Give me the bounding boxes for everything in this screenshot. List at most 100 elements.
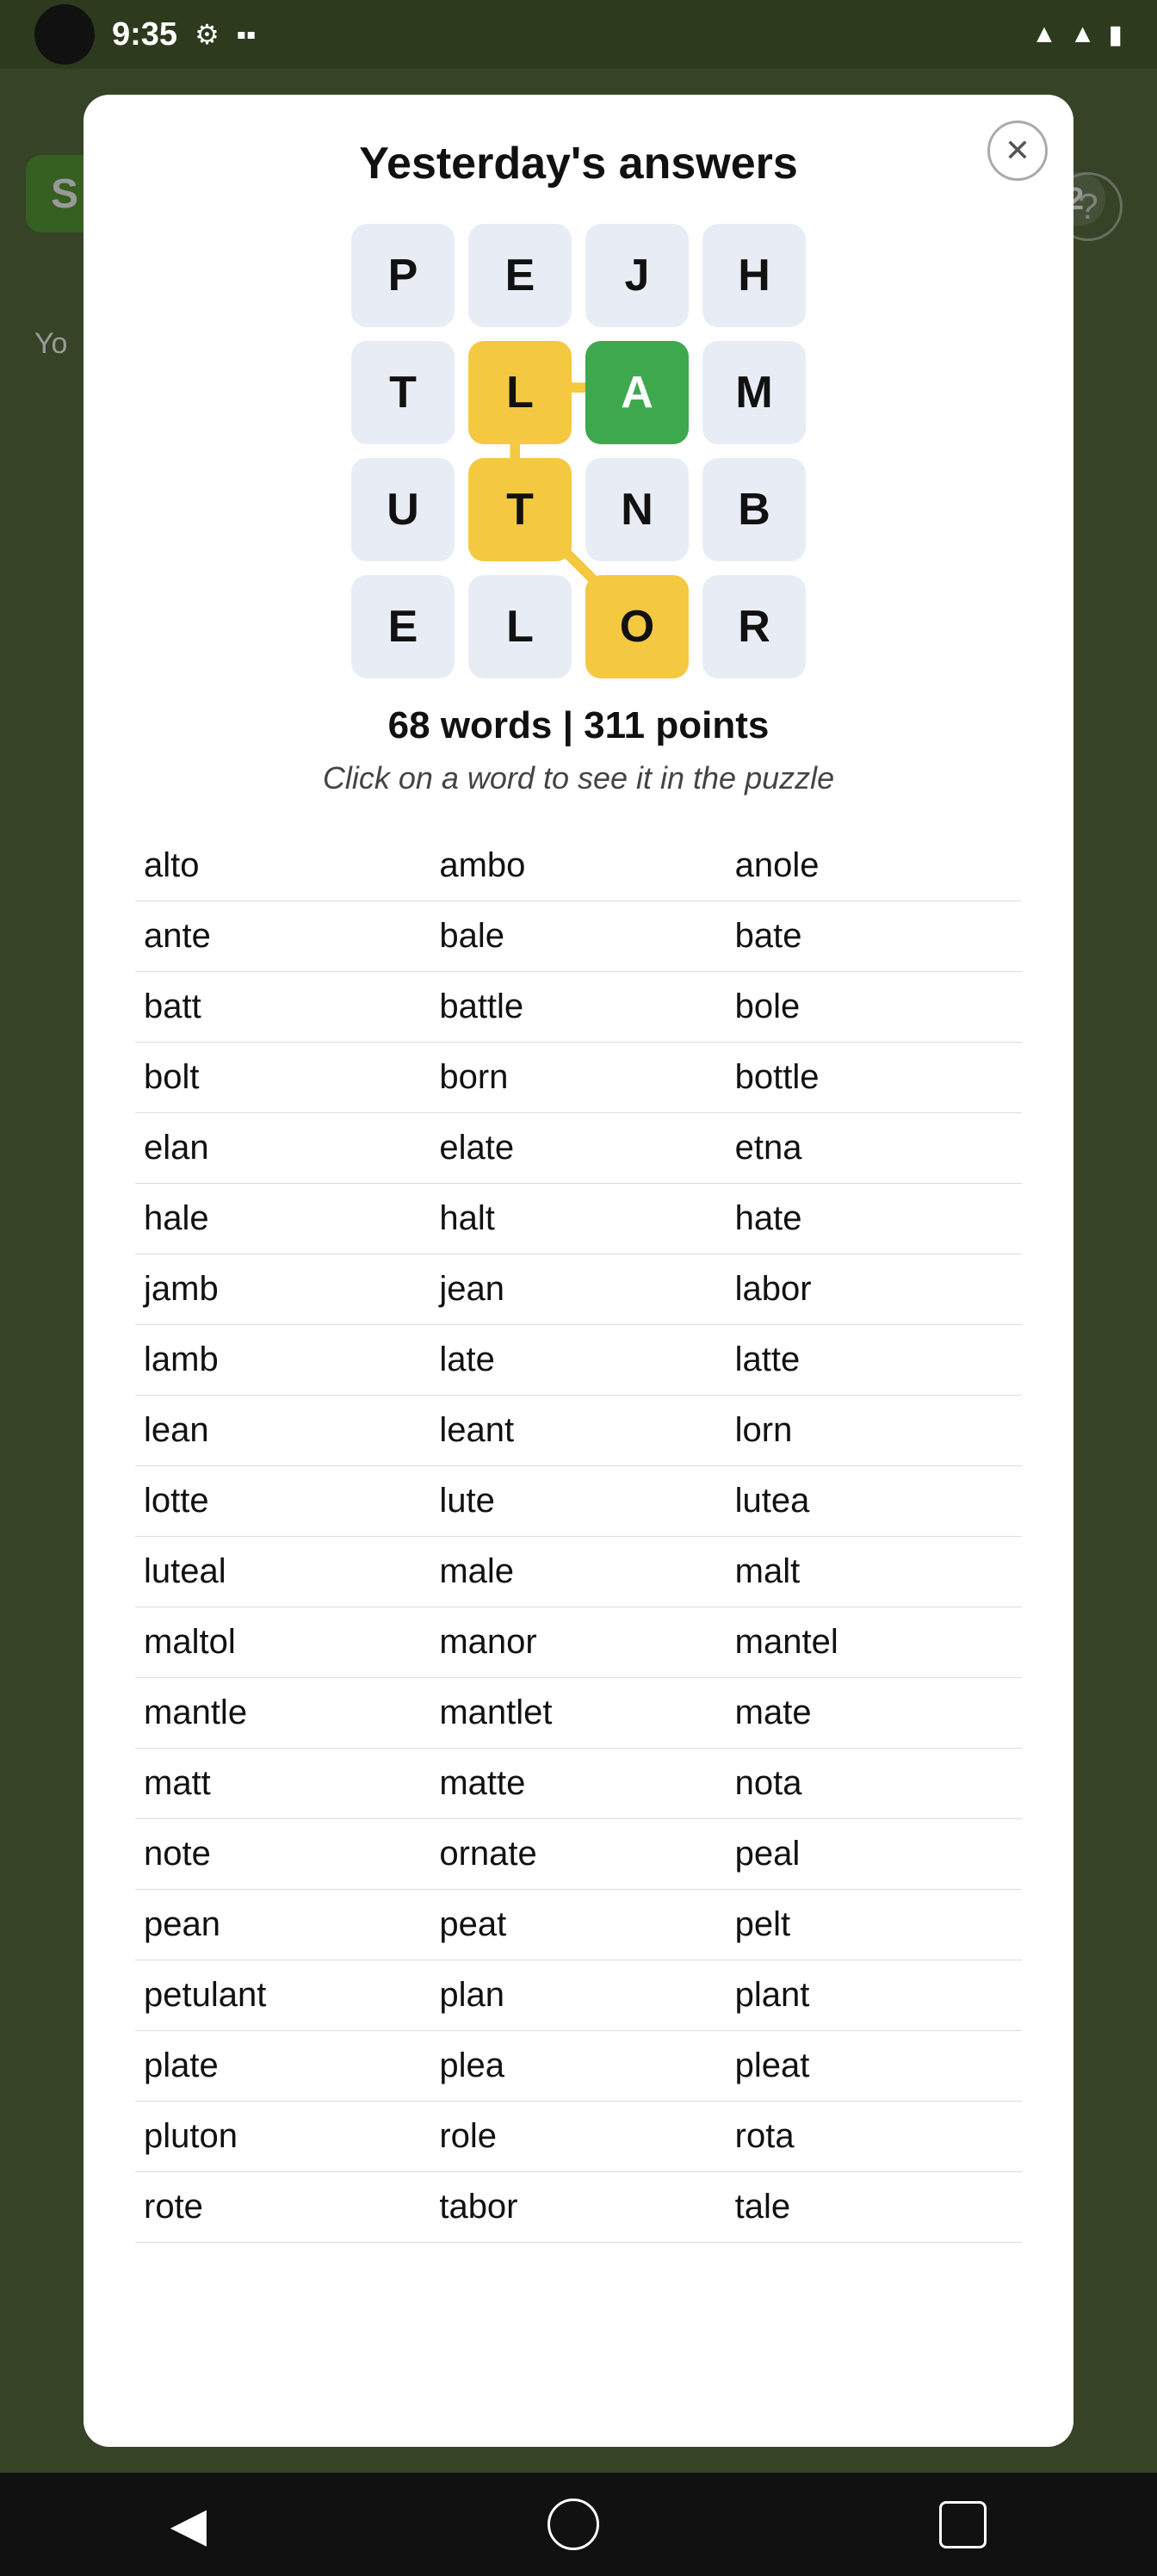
letter-cell-O[interactable]: O [585,575,689,678]
signal-icon: ▲ [1070,20,1096,49]
word-item[interactable]: lute [430,1466,726,1537]
word-item[interactable]: bole [727,972,1022,1043]
letter-cell-B[interactable]: B [702,458,806,561]
home-button[interactable] [548,2499,599,2550]
back-button[interactable]: ◀ [170,2497,207,2552]
word-item[interactable]: hale [135,1184,430,1254]
modal-title: Yesterday's answers [135,138,1022,189]
word-item[interactable]: tale [727,2172,1022,2243]
camera-icon [34,4,95,65]
word-item[interactable]: rota [727,2102,1022,2172]
word-item[interactable]: leant [430,1396,726,1466]
word-item[interactable]: bate [727,901,1022,972]
word-item[interactable]: lutea [727,1466,1022,1537]
letter-cell-P[interactable]: P [351,224,455,327]
word-item[interactable]: pluton [135,2102,430,2172]
word-item[interactable]: matt [135,1749,430,1819]
word-item[interactable]: ambo [430,831,726,901]
word-item[interactable]: lotte [135,1466,430,1537]
word-item[interactable]: lamb [135,1325,430,1396]
word-item[interactable]: peal [727,1819,1022,1890]
word-item[interactable]: plant [727,1960,1022,2031]
word-item[interactable]: anole [727,831,1022,901]
word-item[interactable]: hate [727,1184,1022,1254]
letter-cell-A[interactable]: A [585,341,689,444]
word-item[interactable]: elate [430,1113,726,1184]
letter-cell-U[interactable]: U [351,458,455,561]
word-item[interactable]: ante [135,901,430,972]
word-item[interactable]: peat [430,1890,726,1960]
close-icon: ✕ [1005,133,1030,169]
letter-cell-R[interactable]: R [702,575,806,678]
battery-icon: ▮ [1108,20,1123,50]
word-item[interactable]: labor [727,1254,1022,1325]
words-grid: altoamboanoleantebalebatebattbattleboleb… [135,831,1022,2243]
answers-modal: ✕ Yesterday's answers P E J H [84,95,1073,2447]
word-item[interactable]: late [430,1325,726,1396]
card-icon: ▪▪ [237,19,257,51]
word-item[interactable]: pelt [727,1890,1022,1960]
modal-overlay: ✕ Yesterday's answers P E J H [0,69,1157,2473]
recents-button[interactable] [939,2501,987,2548]
word-item[interactable]: bale [430,901,726,972]
word-item[interactable]: elan [135,1113,430,1184]
letter-cell-L2[interactable]: L [468,575,572,678]
word-item[interactable]: halt [430,1184,726,1254]
word-item[interactable]: role [430,2102,726,2172]
word-item[interactable]: bolt [135,1043,430,1113]
close-button[interactable]: ✕ [987,121,1048,181]
letter-cell-E2[interactable]: E [351,575,455,678]
word-item[interactable]: maltol [135,1607,430,1678]
word-item[interactable]: pleat [727,2031,1022,2102]
letter-cell-L1[interactable]: L [468,341,572,444]
status-right: ▲ ▲ ▮ [1031,20,1123,50]
letter-cell-T2[interactable]: T [468,458,572,561]
word-item[interactable]: born [430,1043,726,1113]
letter-cell-J[interactable]: J [585,224,689,327]
word-item[interactable]: male [430,1537,726,1607]
word-item[interactable]: pean [135,1890,430,1960]
word-item[interactable]: mantle [135,1678,430,1749]
letter-cell-M[interactable]: M [702,341,806,444]
word-item[interactable]: mantel [727,1607,1022,1678]
connection-lines-svg [135,224,1022,678]
word-item[interactable]: nota [727,1749,1022,1819]
word-item[interactable]: petulant [135,1960,430,2031]
letter-cell-T1[interactable]: T [351,341,455,444]
letter-cell-N[interactable]: N [585,458,689,561]
word-item[interactable]: malt [727,1537,1022,1607]
word-item[interactable]: rote [135,2172,430,2243]
word-item[interactable]: mate [727,1678,1022,1749]
word-item[interactable]: note [135,1819,430,1890]
letter-cell-E[interactable]: E [468,224,572,327]
word-item[interactable]: etna [727,1113,1022,1184]
word-item[interactable]: matte [430,1749,726,1819]
word-item[interactable]: battle [430,972,726,1043]
word-item[interactable]: lorn [727,1396,1022,1466]
word-item[interactable]: alto [135,831,430,901]
word-item[interactable]: plea [430,2031,726,2102]
word-item[interactable]: lean [135,1396,430,1466]
word-item[interactable]: ornate [430,1819,726,1890]
word-item[interactable]: plan [430,1960,726,2031]
word-item[interactable]: bottle [727,1043,1022,1113]
word-item[interactable]: plate [135,2031,430,2102]
word-item[interactable]: manor [430,1607,726,1678]
letter-cell-H[interactable]: H [702,224,806,327]
wifi-icon: ▲ [1031,20,1057,49]
stats-text: 68 words | 311 points [135,704,1022,747]
word-item[interactable]: jamb [135,1254,430,1325]
status-left: 9:35 ⚙ ▪▪ [34,4,256,65]
letter-grid: P E J H T L A M U T N B E L O R [135,224,1022,678]
nav-bar: ◀ [0,2473,1157,2576]
settings-icon: ⚙ [195,18,220,51]
status-time: 9:35 [112,16,177,53]
word-item[interactable]: mantlet [430,1678,726,1749]
hint-text: Click on a word to see it in the puzzle [135,760,1022,796]
word-item[interactable]: latte [727,1325,1022,1396]
word-item[interactable]: batt [135,972,430,1043]
word-item[interactable]: tabor [430,2172,726,2243]
word-item[interactable]: jean [430,1254,726,1325]
word-item[interactable]: luteal [135,1537,430,1607]
status-bar: 9:35 ⚙ ▪▪ ▲ ▲ ▮ [0,0,1157,69]
